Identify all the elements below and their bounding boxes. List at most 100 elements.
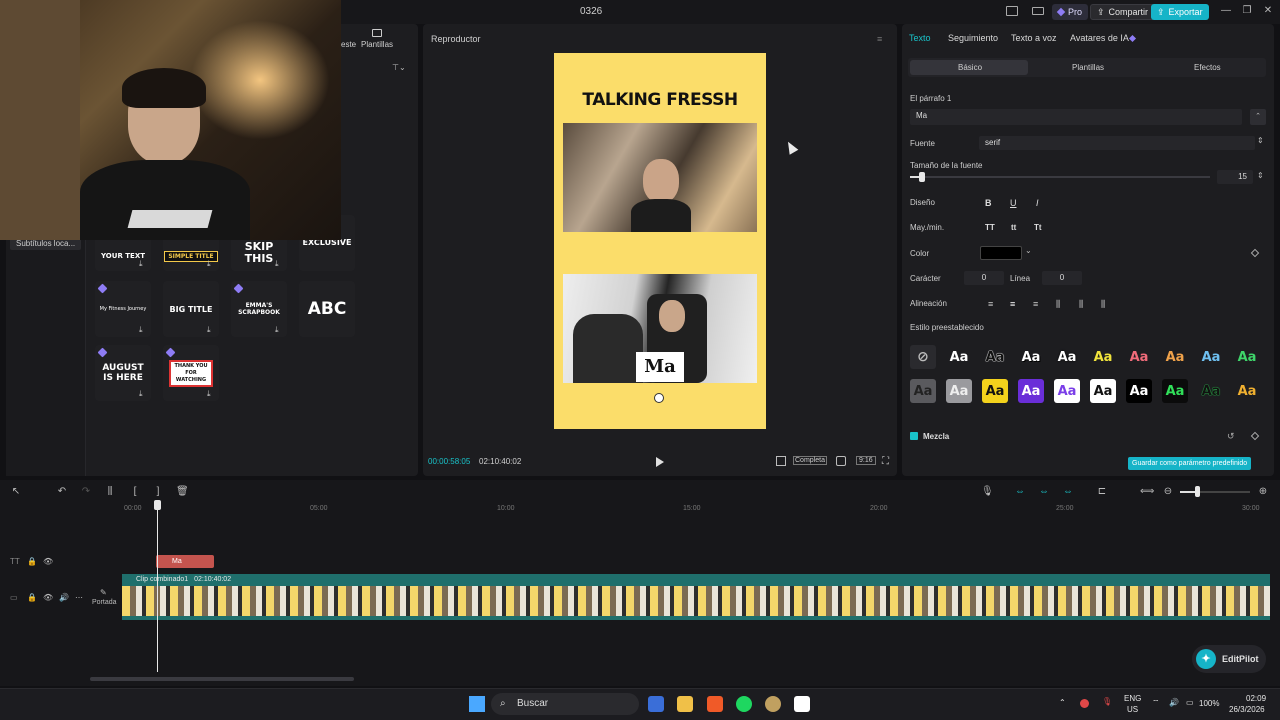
windows-start-icon[interactable] (469, 696, 485, 712)
trim-left-icon[interactable]: [ (129, 486, 141, 498)
delete-icon[interactable]: 🗑 (176, 486, 189, 498)
preset-white-dark-outline[interactable]: Aa (1054, 345, 1080, 369)
play-icon[interactable] (656, 457, 664, 467)
save-preset-button[interactable]: Guardar como parámetro predefinido (1128, 457, 1252, 470)
fullscreen-icon[interactable]: ⛶ (882, 456, 889, 467)
paragraph-input[interactable]: Ma (910, 109, 1242, 125)
lock-icon[interactable]: 🔒 (27, 557, 37, 566)
align-bottom-icon[interactable]: ⫼ (1101, 299, 1105, 310)
link-track-icon[interactable]: ⇔ (1038, 486, 1050, 498)
download-icon[interactable]: ⤓ (139, 260, 147, 268)
download-icon[interactable]: ⤓ (275, 260, 283, 268)
taskbar-search[interactable]: ⌕ Buscar (491, 693, 639, 715)
chevron-updown-icon[interactable]: ⇕ (1257, 136, 1264, 145)
share-button[interactable]: ⇪ Compartir (1090, 4, 1156, 20)
reset-icon[interactable]: ↺ (1227, 431, 1235, 442)
preview-canvas[interactable]: TALKING FRESSH Ma (554, 53, 766, 429)
align-top-icon[interactable]: ⫼ (1056, 299, 1060, 310)
tab-ai-avatars[interactable]: Avatares de IA (1070, 33, 1129, 43)
tab-effects-label[interactable]: este (341, 40, 356, 49)
align-middle-icon[interactable]: ⫼ (1079, 299, 1083, 310)
italic-icon[interactable]: I (1036, 198, 1039, 208)
filter-icon[interactable]: ⊤⌄ (392, 63, 406, 72)
font-select[interactable]: serif (979, 136, 1255, 150)
preset-yellow-box[interactable]: Aa (982, 379, 1008, 403)
preset-gold[interactable]: Aa (1234, 379, 1260, 403)
preset-outline[interactable]: Aa (982, 345, 1008, 369)
recording-icon[interactable] (1080, 699, 1089, 708)
preset-white-purple-box[interactable]: Aa (1054, 379, 1080, 403)
language-top[interactable]: ENG (1124, 694, 1141, 703)
clock-date[interactable]: 26/3/2026 (1229, 705, 1265, 714)
template-thank-you[interactable]: THANK YOU FOR WATCHING ⤓ (163, 345, 219, 401)
link-main-icon[interactable]: ⇔ (1014, 486, 1026, 498)
ratio-button[interactable]: 9:16 (856, 456, 876, 465)
preset-black-box[interactable]: Aa (1126, 379, 1152, 403)
subtab-templates[interactable]: Plantillas (1072, 63, 1104, 72)
cover-edit-icon[interactable]: ✎ (100, 588, 107, 597)
preset-none-icon[interactable]: ⊘ (910, 345, 936, 369)
microphone-icon[interactable]: 🎙 (981, 486, 994, 498)
select-tool-icon[interactable]: ↖ (10, 486, 22, 498)
link-audio-icon[interactable]: ⇔ (1062, 486, 1074, 498)
font-size-input[interactable]: 15 (1217, 170, 1253, 184)
preview-axis-icon[interactable]: ⊏ (1096, 486, 1108, 498)
preset-red[interactable]: Aa (1126, 345, 1152, 369)
tab-text-to-speech[interactable]: Texto a voz (1011, 33, 1057, 43)
more-icon[interactable]: ⋯ (75, 593, 83, 602)
volume-icon[interactable]: 🔊 (1169, 698, 1179, 707)
chevron-updown-icon[interactable]: ⇕ (1257, 171, 1264, 180)
video-clip[interactable] (122, 586, 1270, 620)
video-frame-top[interactable] (563, 123, 757, 232)
capcut-icon[interactable] (794, 696, 810, 712)
chevron-up-icon[interactable]: ⌃ (1250, 109, 1266, 125)
microphone-icon[interactable]: 🎙 (1102, 697, 1112, 706)
crop-icon[interactable] (776, 456, 786, 466)
export-button[interactable]: ⇪ Exportar (1151, 4, 1209, 20)
timeline-scrollbar[interactable] (90, 677, 354, 681)
line-spacing-input[interactable]: 0 (1042, 271, 1082, 285)
zoom-out-icon[interactable]: ⊖ (1162, 486, 1174, 498)
clock-time[interactable]: 02:09 (1246, 694, 1266, 703)
app-icon[interactable] (765, 696, 781, 712)
rotate-handle-icon[interactable] (654, 393, 664, 403)
tab-tracking[interactable]: Seguimiento (948, 33, 998, 43)
keyboard-icon[interactable] (1032, 7, 1044, 15)
color-swatch[interactable] (980, 246, 1022, 260)
preset-green-on-black[interactable]: Aa (1162, 379, 1188, 403)
char-spacing-input[interactable]: 0 (964, 271, 1004, 285)
align-right-icon[interactable]: ≡ (1033, 299, 1038, 309)
close-icon[interactable]: ✕ (1262, 5, 1274, 17)
font-size-slider-handle[interactable] (919, 172, 925, 182)
align-center-icon[interactable]: ≡ (1010, 299, 1015, 309)
battery-icon[interactable]: ▭ (1186, 698, 1194, 707)
brave-icon[interactable] (707, 696, 723, 712)
eye-icon[interactable]: 👁 (43, 593, 53, 602)
store-icon[interactable] (648, 696, 664, 712)
template-scrapbook[interactable]: EMMA'S SCRAPBOOK ⤓ (231, 281, 287, 337)
chevron-up-icon[interactable]: ⌃ (1059, 698, 1066, 707)
download-icon[interactable]: ⤓ (275, 326, 283, 334)
playhead[interactable] (154, 500, 161, 672)
text-clip[interactable]: Ma (156, 555, 214, 568)
preset-white-box[interactable]: Aa (1090, 379, 1116, 403)
font-size-slider-track[interactable] (910, 176, 1210, 178)
minimize-icon[interactable]: — (1220, 5, 1232, 17)
folder-icon[interactable] (677, 696, 693, 712)
eye-icon[interactable]: 👁 (43, 557, 53, 566)
template-abc[interactable]: ABC (299, 281, 355, 337)
undo-icon[interactable]: ↶ (56, 486, 68, 498)
pro-button[interactable]: Pro (1052, 4, 1089, 20)
menu-icon[interactable]: ≡ (877, 34, 882, 44)
speaker-icon[interactable]: 🔊 (59, 593, 69, 602)
bold-icon[interactable]: B (985, 198, 992, 208)
preset-yellow[interactable]: Aa (1090, 345, 1116, 369)
chevron-down-icon[interactable]: ⌄ (1025, 246, 1032, 255)
spotify-icon[interactable] (736, 696, 752, 712)
zoom-in-icon[interactable]: ⊕ (1257, 486, 1269, 498)
case-titlecase-button[interactable]: Tt (1034, 223, 1042, 232)
preset-gray-box[interactable]: Aa (910, 379, 936, 403)
editpilot-button[interactable]: ✦ EditPilot (1192, 645, 1266, 673)
layout-icon[interactable] (1006, 6, 1018, 16)
blend-label[interactable]: Mezcla (923, 432, 949, 441)
